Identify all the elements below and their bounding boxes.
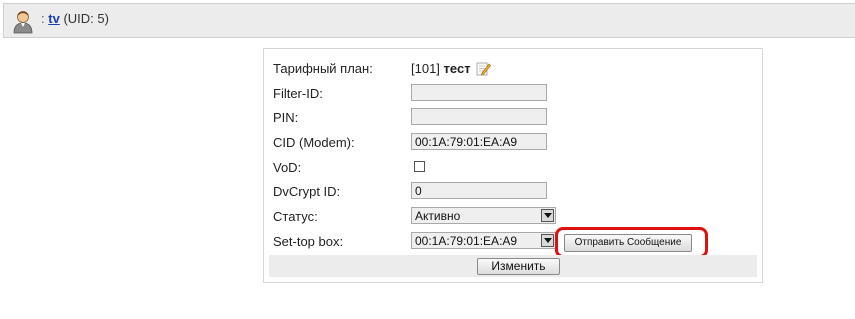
user-separator: : (41, 11, 45, 26)
stb-label: Set-top box: (273, 234, 344, 249)
user-login-link[interactable]: tv (48, 11, 60, 26)
status-select[interactable]: Активно (411, 207, 556, 224)
chevron-down-icon[interactable] (541, 234, 554, 247)
dvcrypt-input[interactable]: 0 (411, 182, 547, 199)
filter-id-label: Filter-ID: (273, 86, 323, 101)
subscriber-form-panel: Тарифный план: [101] тест Filter-ID: PIN… (263, 48, 763, 283)
stb-select[interactable]: 00:1A:79:01:EA:A9 (411, 232, 556, 249)
cid-input[interactable]: 00:1A:79:01:EA:A9 (411, 133, 547, 150)
dvcrypt-label: DvCrypt ID: (273, 184, 341, 199)
tariff-value: [101] тест (411, 61, 492, 76)
chevron-down-icon[interactable] (541, 209, 554, 222)
user-header-bar: : tv (UID: 5) (3, 3, 855, 38)
user-line: : tv (UID: 5) (41, 11, 109, 26)
user-uid-text: (UID: 5) (63, 11, 109, 26)
user-avatar-icon (13, 11, 33, 34)
vod-checkbox[interactable] (414, 161, 425, 172)
vod-label: VoD: (273, 160, 302, 175)
form-footer-bar: Изменить (269, 255, 757, 277)
filter-id-input[interactable] (411, 84, 547, 101)
submit-change-button[interactable]: Изменить (477, 258, 560, 275)
edit-tariff-icon[interactable] (476, 61, 492, 76)
pin-label: PIN: (273, 110, 299, 125)
pin-input[interactable] (411, 108, 547, 125)
stb-selected-value: 00:1A:79:01:EA:A9 (415, 234, 518, 248)
status-selected-value: Активно (415, 209, 461, 223)
status-label: Статус: (273, 209, 318, 224)
tariff-label: Тарифный план: (273, 61, 373, 76)
send-message-button[interactable]: Отправить Сообщение (564, 234, 692, 252)
tariff-code: [101] (411, 61, 440, 76)
tariff-name: тест (443, 61, 471, 76)
cid-label: CID (Modem): (273, 135, 355, 150)
